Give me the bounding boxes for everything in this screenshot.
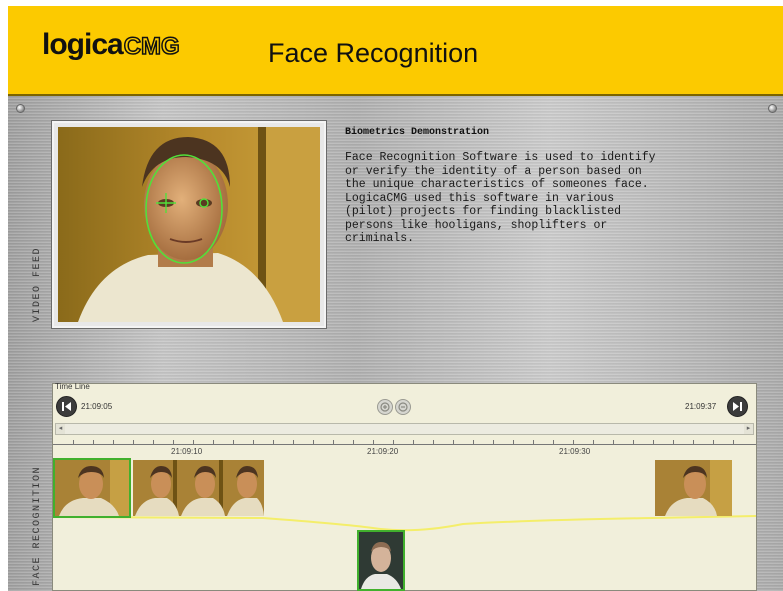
ruler-tick (653, 440, 654, 444)
ruler-tick (113, 440, 114, 444)
ruler-tick (193, 440, 194, 444)
timeline-label: Time Line (55, 382, 90, 391)
face-thumbnail-group[interactable] (133, 460, 264, 516)
next-button[interactable] (727, 396, 748, 417)
recognition-track (53, 454, 756, 590)
zoom-in-icon (380, 402, 390, 412)
ruler-tick (353, 440, 354, 444)
ruler-tick (413, 440, 414, 444)
end-time: 21:09:37 (685, 402, 717, 411)
ruler-tick (313, 440, 314, 444)
next-icon (733, 402, 742, 411)
ruler-tick (733, 440, 734, 444)
video-feed-label: VIDEO FEED (32, 246, 43, 322)
ruler-tick (73, 440, 74, 444)
ruler-tick (493, 440, 494, 444)
ruler-tick (253, 440, 254, 444)
ruler-tick (133, 440, 134, 444)
face-recognition-label: FACE RECOGNITION (32, 465, 43, 586)
ruler-tick (513, 440, 514, 444)
ruler-tick (293, 440, 294, 444)
matched-face-thumbnail[interactable] (359, 532, 403, 589)
ruler-tick (553, 440, 554, 444)
ruler-tick (453, 440, 454, 444)
logicacmg-logo: logica CMG (42, 28, 180, 68)
zoom-out-button[interactable] (395, 399, 411, 415)
zoom-in-button[interactable] (377, 399, 393, 415)
ruler-tick (673, 440, 674, 444)
ruler-tick (593, 440, 594, 444)
ruler-tick (173, 440, 174, 444)
ruler-tick (473, 440, 474, 444)
ruler-tick (233, 440, 234, 444)
description-title: Biometrics Demonstration (345, 127, 490, 138)
ruler-tick (333, 440, 334, 444)
time-ruler (53, 438, 756, 445)
ruler-tick (433, 440, 434, 444)
previous-icon (62, 402, 71, 411)
ruler-tick (393, 440, 394, 444)
ruler-tick (693, 440, 694, 444)
ruler-tick (213, 440, 214, 444)
previous-button[interactable] (56, 396, 77, 417)
start-time: 21:09:05 (81, 402, 113, 411)
screw-icon (768, 104, 777, 113)
logo-text-primary: logica (42, 28, 124, 61)
app-title: Face Recognition (268, 38, 479, 68)
logo-text-secondary: CMG (123, 32, 181, 61)
ruler-tick (713, 440, 714, 444)
ruler-tick (93, 440, 94, 444)
video-feed (58, 127, 320, 322)
ruler-tick (153, 440, 154, 444)
zoom-out-icon (398, 402, 408, 412)
ruler-tick (633, 440, 634, 444)
ruler-tick (533, 440, 534, 444)
video-frame (52, 121, 326, 328)
face-thumbnail[interactable] (655, 460, 732, 516)
ruler-tick (573, 440, 574, 444)
timeline-scrollbar[interactable]: ◂ ▸ (55, 423, 754, 435)
ruler-tick (273, 440, 274, 444)
ruler-tick (613, 440, 614, 444)
scroll-left-arrow-icon[interactable]: ◂ (56, 424, 65, 434)
timeline-panel: Time Line 21:09:05 21:09:37 ◂ ▸ 21:09:10… (52, 382, 757, 591)
scroll-right-arrow-icon[interactable]: ▸ (744, 424, 753, 434)
face-thumbnail[interactable] (55, 460, 129, 516)
app-window: logica CMG Face Recognition VIDEO FEED F… (0, 0, 783, 591)
ruler-tick (373, 440, 374, 444)
description-body: Face Recognition Software is used to ide… (345, 151, 656, 245)
header-bar: logica CMG Face Recognition (8, 6, 783, 96)
screw-icon (16, 104, 25, 113)
